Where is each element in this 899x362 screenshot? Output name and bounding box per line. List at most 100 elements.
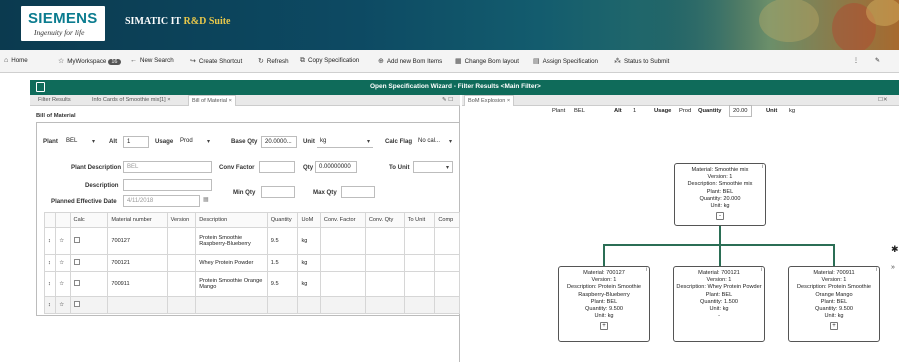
table-row[interactable]: ↕ ☆ 700127 Protein Smoothie Raspberry-Bl… [43,227,460,255]
exp-usage-label: Usage [654,108,672,114]
uom-cell: kg [297,227,321,255]
uom-cell: kg [297,271,321,297]
favorite-star-icon[interactable]: ☆ [55,296,71,314]
plant-select[interactable]: BEL [63,136,98,148]
copy-icon: ⧉ [300,57,305,64]
description-label: Description [85,182,119,189]
quantity-cell [266,296,299,314]
exp-alt-value: 1 [633,108,637,114]
siemens-logo: SIEMENS Ingenuity for life [21,6,105,41]
info-icon[interactable]: i [646,267,647,274]
favorite-star-icon[interactable]: ☆ [55,271,71,297]
status-to-submit-button[interactable]: ⁂ Status to Submit [614,57,669,65]
drag-handle-icon[interactable]: ↕ [43,296,57,314]
col-calc[interactable]: Calc [69,212,109,228]
conv-factor-input[interactable] [259,161,295,173]
version-cell [166,254,197,272]
calc-checkbox[interactable] [73,301,80,307]
drag-handle-icon[interactable]: ↕ [43,254,57,272]
col-comp[interactable]: Comp [434,212,460,228]
qty-label: Qty [303,164,314,171]
more-options-icon[interactable]: ⋮ [853,57,859,64]
qty-input[interactable]: 0.00000000 [315,161,357,173]
col-uom[interactable]: UoM [297,212,321,228]
base-qty-input[interactable]: 20.0000... [261,136,297,148]
favorite-star-icon[interactable]: ☆ [55,227,71,255]
drag-handle-icon[interactable]: ↕ [43,271,57,297]
left-tab-strip: Filter Results Info Cards of Smoothie mi… [30,95,460,106]
side-arrow-icon[interactable]: » [891,264,895,271]
description-cell: Protein Smoothie Raspberry-Blueberry [195,227,268,255]
col-conv-qty[interactable]: Conv. Qty [364,212,405,228]
collapse-button[interactable]: - [674,313,764,320]
alt-input[interactable]: 1 [123,136,149,148]
planned-effective-date-input[interactable]: 4/11/2018 [123,195,200,207]
version-cell [166,296,197,314]
calc-checkbox[interactable] [73,259,80,265]
info-icon[interactable]: i [762,164,763,171]
bom-node-root[interactable]: i Material: Smoothie mix Version: 1 Desc… [674,163,766,226]
window-controls-icon[interactable]: ☐✕ [878,97,888,103]
col-version[interactable]: Version [166,212,197,228]
home-button[interactable]: ⌂ Home [4,57,28,64]
wrench-icon[interactable]: ✎ [875,57,880,64]
myworkspace-button[interactable]: ☆ MyWorkspace 16 [58,57,121,65]
create-shortcut-button[interactable]: ↪ Create Shortcut [190,57,242,65]
assign-specification-button[interactable]: ▤ Assign Specification [533,57,598,65]
node-material: Material: 700121 [698,270,740,276]
node-quantity: Quantity: 20.000 [699,195,741,202]
info-icon[interactable]: i [761,267,762,274]
node-description: Description: Protein Smoothie Orange Man… [797,284,871,298]
col-conv-factor[interactable]: Conv. Factor [319,212,366,228]
favorite-star-icon[interactable]: ☆ [55,254,71,272]
drag-handle-icon[interactable]: ↕ [43,227,57,255]
change-bom-layout-button[interactable]: ▦ Change Bom layout [455,57,519,65]
calc-checkbox[interactable] [73,280,80,286]
unit-label: Unit [303,138,315,145]
exp-unit-value: kg [789,108,796,114]
exp-alt-label: Alt [614,108,622,114]
usage-select[interactable]: Prod [177,136,213,148]
max-qty-input[interactable] [341,186,375,198]
edit-icon[interactable]: ✎ ☐ [442,97,453,103]
node-quantity: Quantity: 9.500 [815,306,853,313]
bom-node-700911[interactable]: i Material: 700911 Version: 1 Descriptio… [788,266,880,342]
tab-filter-results[interactable]: Filter Results [38,97,71,103]
col-quantity[interactable]: Quantity [266,212,299,228]
min-qty-input[interactable] [261,186,295,198]
col-to-unit[interactable]: To Unit [403,212,436,228]
tab-info-cards[interactable]: Info Cards of Smoothie mix[1] × [92,97,171,103]
quantity-cell: 1.5 [266,254,299,272]
table-row[interactable]: ↕ ☆ [43,296,460,314]
calc-checkbox[interactable] [73,237,80,243]
plant-description-input[interactable]: BEL [123,161,212,173]
status-flow-icon: ⁂ [614,58,621,65]
col-description[interactable]: Description [195,212,268,228]
to-unit-select[interactable] [413,161,453,173]
table-row[interactable]: ↕ ☆ 700121 Whey Protein Powder 1.5 kg [43,254,460,272]
copy-specification-button[interactable]: ⧉ Copy Specification [300,57,359,65]
tab-bill-of-material[interactable]: Bill of Material × [188,95,236,106]
calc-flag-select[interactable]: No cal... [415,136,455,148]
info-icon[interactable]: i [876,267,877,274]
refresh-icon: ↻ [258,58,264,65]
add-new-bom-items-button[interactable]: ⊕ Add new Bom Items [378,57,442,65]
unit-select[interactable]: kg [317,136,373,148]
bom-node-700121[interactable]: i Material: 700121 Version: 1 Descriptio… [673,266,765,342]
bom-node-700127[interactable]: i Material: 700127 Version: 1 Descriptio… [558,266,650,342]
calendar-icon[interactable]: ▦ [203,196,209,203]
expand-button[interactable]: + [830,322,838,331]
new-search-button[interactable]: ← New Search [130,57,174,64]
plant-description-label: Plant Description [71,164,122,171]
table-row[interactable]: ↕ ☆ 700911 Protein Smoothie Orange Mango… [43,271,460,297]
side-settings-icon[interactable]: ✱ [891,244,899,255]
collapse-button[interactable]: - [716,212,724,221]
tab-bom-explosion[interactable]: BoM Explosion × [464,95,515,106]
right-tab-strip: BoM Explosion × ☐✕ [462,95,899,106]
add-search-icon: ⊕ [378,58,384,65]
exp-quantity-input[interactable]: 20.00 [729,105,752,117]
description-input[interactable] [123,179,212,191]
expand-button[interactable]: + [600,322,608,331]
refresh-button[interactable]: ↻ Refresh [258,57,289,65]
col-material-number[interactable]: Material number [107,212,168,228]
